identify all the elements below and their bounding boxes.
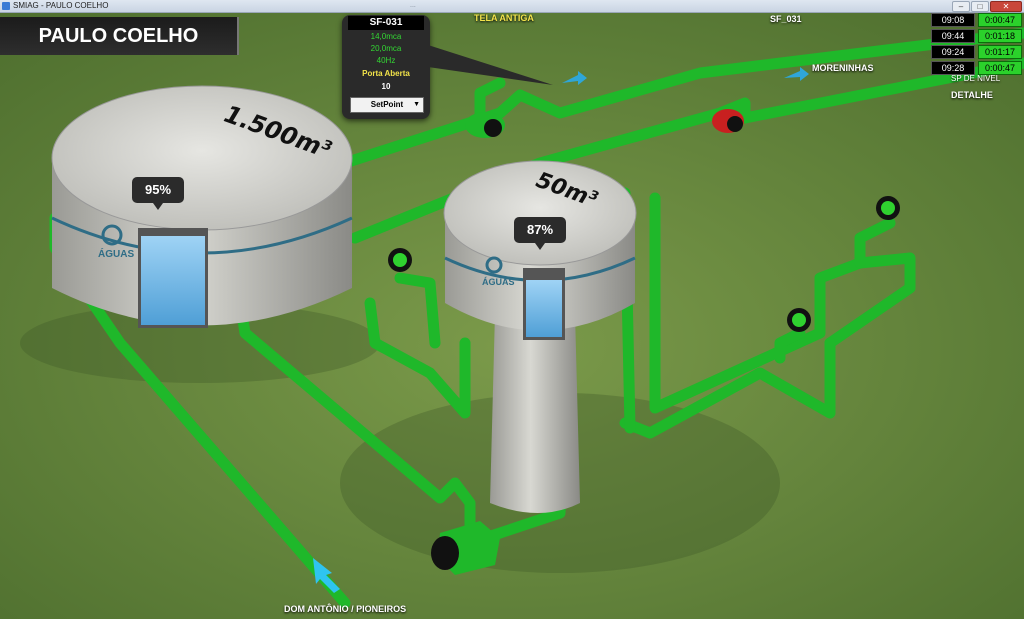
timer-row: 09:28 0:00:47	[931, 61, 1022, 75]
elevated-tank-logo-text: ÁGUAS	[482, 277, 515, 287]
plant-scene: ÁGUAS ÁGUAS	[0, 13, 1024, 619]
timer-table: 09:08 0:00:47 09:44 0:01:18 09:24 0:01:1…	[931, 13, 1022, 77]
window-subtitle: ...	[410, 2, 416, 9]
timer-row: 09:08 0:00:47	[931, 13, 1022, 27]
elevated-tank-water	[526, 280, 562, 337]
timer-time: 09:24	[931, 45, 975, 59]
tela-antiga-link[interactable]: TELA ANTIGA	[474, 13, 534, 23]
timer-duration: 0:01:17	[978, 45, 1022, 59]
station-title: PAULO COELHO	[0, 17, 239, 55]
timer-duration: 0:00:47	[978, 61, 1022, 75]
timer-duration: 0:01:18	[978, 29, 1022, 43]
window-titlebar: SMIAG - PAULO COELHO ... – □ ✕	[0, 0, 1024, 13]
timer-time: 09:08	[931, 13, 975, 27]
pressure-gauge-2[interactable]	[876, 196, 900, 220]
large-tank[interactable]: ÁGUAS	[51, 85, 353, 328]
moreninhas-label: MORENINHAS	[812, 63, 874, 73]
timer-row: 09:24 0:01:17	[931, 45, 1022, 59]
minimize-button[interactable]: –	[952, 1, 970, 12]
popup-value: 10	[381, 82, 391, 91]
timer-time: 09:44	[931, 29, 975, 43]
timer-duration: 0:00:47	[978, 13, 1022, 27]
popup-door-status: Porta Aberta	[362, 69, 410, 78]
sf031-label: SF_031	[770, 14, 802, 24]
timer-time: 09:28	[931, 61, 975, 75]
popup-frequency: 40Hz	[376, 56, 396, 65]
pump-moreninhas-stopped[interactable]	[712, 109, 744, 133]
chevron-down-icon: ▼	[413, 101, 420, 108]
large-tank-logo-text: ÁGUAS	[98, 247, 134, 260]
pressure-gauge-3[interactable]	[787, 308, 811, 332]
sf031-popup[interactable]: SF-031 14,0mca 20,0mca 40Hz Porta Aberta…	[342, 15, 430, 119]
setpoint-dropdown[interactable]: SetPoint ▼	[350, 97, 424, 113]
popup-pressure-1: 14,0mca	[370, 32, 402, 41]
plant-diagram: ÁGUAS ÁGUAS	[0, 13, 1024, 619]
window-title: SMIAG - PAULO COELHO	[13, 1, 109, 10]
popup-pointer	[428, 45, 553, 85]
detalhe-link[interactable]: DETALHE	[951, 90, 993, 100]
large-tank-lid	[51, 85, 353, 231]
elevated-tank-column	[490, 313, 580, 513]
maximize-button[interactable]: □	[971, 1, 989, 12]
large-tank-level-badge: 95%	[132, 177, 184, 210]
setpoint-label: SetPoint	[370, 100, 404, 109]
popup-title: SF-031	[348, 16, 424, 30]
timer-row: 09:44 0:01:18	[931, 29, 1022, 43]
pump-tela-antiga[interactable]	[465, 112, 505, 138]
popup-pressure-2: 20,0mca	[370, 44, 402, 53]
close-button[interactable]: ✕	[990, 1, 1022, 12]
elevated-tank-level-badge: 87%	[514, 217, 566, 250]
dom-antonio-label: DOM ANTÔNIO / PIONEIROS	[284, 604, 407, 614]
pressure-gauge-1[interactable]	[388, 248, 412, 272]
large-tank-water	[141, 236, 205, 325]
app-icon	[2, 2, 10, 10]
